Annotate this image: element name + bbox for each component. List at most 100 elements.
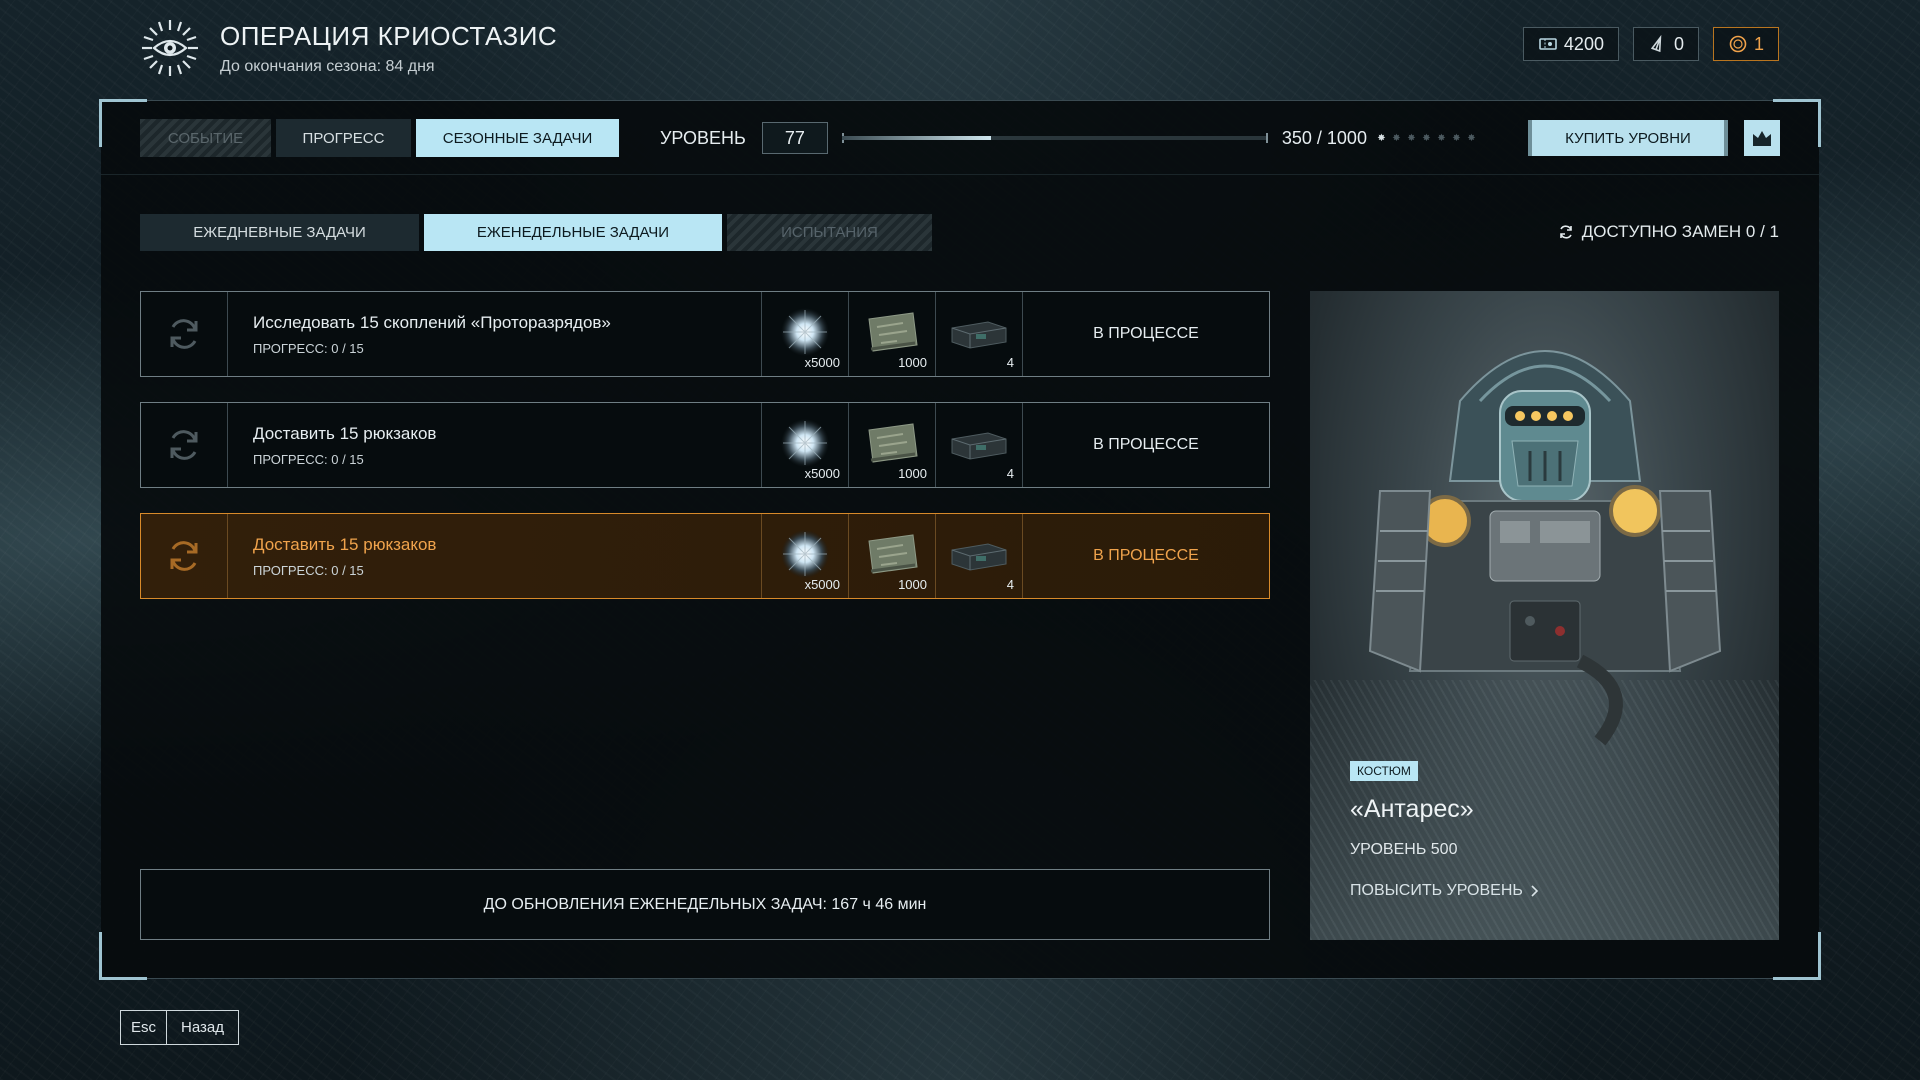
swap-task-button[interactable] <box>141 403 228 487</box>
level-pip: ✸ <box>1407 132 1416 144</box>
crate-icon <box>951 321 1007 349</box>
map-icon <box>868 312 918 352</box>
task-row: Доставить 15 рюкзаков ПРОГРЕСС: 0 / 15 x… <box>140 402 1270 488</box>
currency-coins-value: 1 <box>1753 33 1764 54</box>
frame-corner <box>1773 932 1821 980</box>
reward-slot[interactable]: 4 <box>935 292 1022 376</box>
esc-key-hint[interactable]: Esc <box>120 1010 167 1045</box>
reward-qty: 1000 <box>898 466 927 481</box>
frame-corner <box>1773 99 1821 147</box>
level-pip: ✸ <box>1392 132 1401 144</box>
reward-slot[interactable]: 1000 <box>848 292 935 376</box>
swap-icon <box>170 541 198 571</box>
crown-icon <box>1753 131 1771 146</box>
reward-slot[interactable]: 1000 <box>848 403 935 487</box>
task-row: Исследовать 15 скоплений «Проторазрядов»… <box>140 291 1270 377</box>
item-name: «Антарес» <box>1350 795 1474 823</box>
reward-qty: x5000 <box>804 466 840 481</box>
level-pip: ✸ <box>1377 132 1386 144</box>
buy-levels-button[interactable]: КУПИТЬ УРОВНИ <box>1528 120 1728 156</box>
premium-crown-button[interactable] <box>1744 120 1780 156</box>
upgrade-level-link[interactable]: ПОВЫСИТЬ УРОВЕНЬ <box>1350 882 1539 900</box>
upgrade-label: ПОВЫСИТЬ УРОВЕНЬ <box>1350 882 1523 899</box>
currency-tickets-value: 4200 <box>1563 33 1604 54</box>
task-status: В ПРОЦЕССЕ <box>1022 403 1269 487</box>
reward-qty: 4 <box>1006 466 1014 481</box>
footer-hint: Esc Назад <box>120 1010 239 1045</box>
swap-icon <box>170 319 198 349</box>
swap-icon <box>170 430 198 460</box>
item-level: УРОВЕНЬ 500 <box>1350 841 1458 858</box>
task-progress: ПРОГРЕСС: 0 / 15 <box>253 340 364 356</box>
top-navigation: СОБЫТИЕ ПРОГРЕСС СЕЗОННЫЕ ЗАДАЧИ УРОВЕНЬ… <box>140 119 1780 157</box>
coin-icon <box>1729 35 1747 53</box>
reward-slot[interactable]: x5000 <box>761 292 848 376</box>
swap-task-button[interactable] <box>141 292 228 376</box>
map-icon <box>868 423 918 463</box>
level-value: 77 <box>761 122 828 154</box>
xp-counter: 350 / 1000 <box>1281 127 1367 148</box>
task-status: В ПРОЦЕССЕ <box>1022 514 1269 598</box>
swaps-label: ДОСТУПНО ЗАМЕН 0 / 1 <box>1581 222 1779 241</box>
currency-crystals[interactable]: 0 <box>1632 27 1699 61</box>
currency-crystals-value: 0 <box>1673 33 1684 54</box>
map-icon <box>868 534 918 574</box>
task-name: Доставить 15 рюкзаков <box>253 534 437 554</box>
subtab-daily[interactable]: ЕЖЕДНЕВНЫЕ ЗАДАЧИ <box>140 214 419 251</box>
reward-slot[interactable]: 4 <box>935 403 1022 487</box>
task-status: В ПРОЦЕССЕ <box>1022 292 1269 376</box>
chevron-right-icon <box>1531 885 1539 897</box>
back-button[interactable]: Назад <box>166 1010 239 1045</box>
subtab-challenges[interactable]: ИСПЫТАНИЯ <box>727 214 932 251</box>
reward-slot[interactable]: 1000 <box>848 514 935 598</box>
reward-slot[interactable]: 4 <box>935 514 1022 598</box>
header: ОПЕРАЦИЯ КРИОСТАЗИС До окончания сезона:… <box>140 12 557 84</box>
crystal-icon <box>1650 34 1662 53</box>
task-list: Исследовать 15 скоплений «Проторазрядов»… <box>140 291 1270 624</box>
tab-progress[interactable]: ПРОГРЕСС <box>276 119 411 157</box>
reward-qty: 1000 <box>898 355 927 370</box>
divider <box>101 174 1819 175</box>
energy-orb-icon <box>781 308 829 356</box>
energy-orb-icon <box>781 419 829 467</box>
task-info: Исследовать 15 скоплений «Проторазрядов»… <box>228 292 761 376</box>
tab-event[interactable]: СОБЫТИЕ <box>140 119 271 157</box>
reward-qty: x5000 <box>804 355 840 370</box>
page-title: ОПЕРАЦИЯ КРИОСТАЗИС <box>220 20 558 51</box>
reward-slot[interactable]: x5000 <box>761 514 848 598</box>
ticket-icon <box>1539 38 1557 50</box>
reward-qty: 1000 <box>898 577 927 592</box>
task-name: Доставить 15 рюкзаков <box>253 423 437 443</box>
tab-season-tasks[interactable]: СЕЗОННЫЕ ЗАДАЧИ <box>416 119 619 157</box>
reward-preview-card[interactable]: КОСТЮМ «Антарес» УРОВЕНЬ 500 ПОВЫСИТЬ УР… <box>1310 291 1779 940</box>
reward-slot[interactable]: x5000 <box>761 403 848 487</box>
energy-orb-icon <box>781 530 829 578</box>
reward-qty: 4 <box>1006 577 1014 592</box>
swaps-available: ДОСТУПНО ЗАМЕН 0 / 1 <box>1558 222 1779 242</box>
subtab-weekly[interactable]: ЕЖЕНЕДЕЛЬНЫЕ ЗАДАЧИ <box>424 214 722 251</box>
crate-icon <box>951 432 1007 460</box>
level-pips: ✸ ✸ ✸ ✸ ✸ ✸ ✸ <box>1377 132 1476 144</box>
task-info: Доставить 15 рюкзаков ПРОГРЕСС: 0 / 15 <box>228 403 761 487</box>
task-subtabs: ЕЖЕДНЕВНЫЕ ЗАДАЧИ ЕЖЕНЕДЕЛЬНЫЕ ЗАДАЧИ ИС… <box>140 214 932 251</box>
level-pip: ✸ <box>1422 132 1431 144</box>
task-progress: ПРОГРЕСС: 0 / 15 <box>253 562 364 578</box>
level-label: УРОВЕНЬ <box>660 127 746 148</box>
level-progress-fill <box>841 136 991 140</box>
crate-icon <box>951 543 1007 571</box>
currency-coins[interactable]: 1 <box>1712 27 1779 61</box>
eye-sun-icon <box>142 20 198 76</box>
task-progress: ПРОГРЕСС: 0 / 15 <box>253 451 364 467</box>
swap-task-button[interactable] <box>141 514 228 598</box>
task-info: Доставить 15 рюкзаков ПРОГРЕСС: 0 / 15 <box>228 514 761 598</box>
level-progress-bar <box>841 133 1268 143</box>
refresh-icon <box>1559 225 1572 239</box>
task-name: Исследовать 15 скоплений «Проторазрядов» <box>253 312 611 332</box>
task-row-selected[interactable]: Доставить 15 рюкзаков ПРОГРЕСС: 0 / 15 x… <box>140 513 1270 599</box>
level-pip: ✸ <box>1452 132 1461 144</box>
reward-qty: x5000 <box>804 577 840 592</box>
character-illustration <box>1368 350 1722 746</box>
item-type-badge: КОСТЮМ <box>1350 761 1418 781</box>
currency-tickets[interactable]: 4200 <box>1522 27 1619 61</box>
reward-qty: 4 <box>1006 355 1014 370</box>
